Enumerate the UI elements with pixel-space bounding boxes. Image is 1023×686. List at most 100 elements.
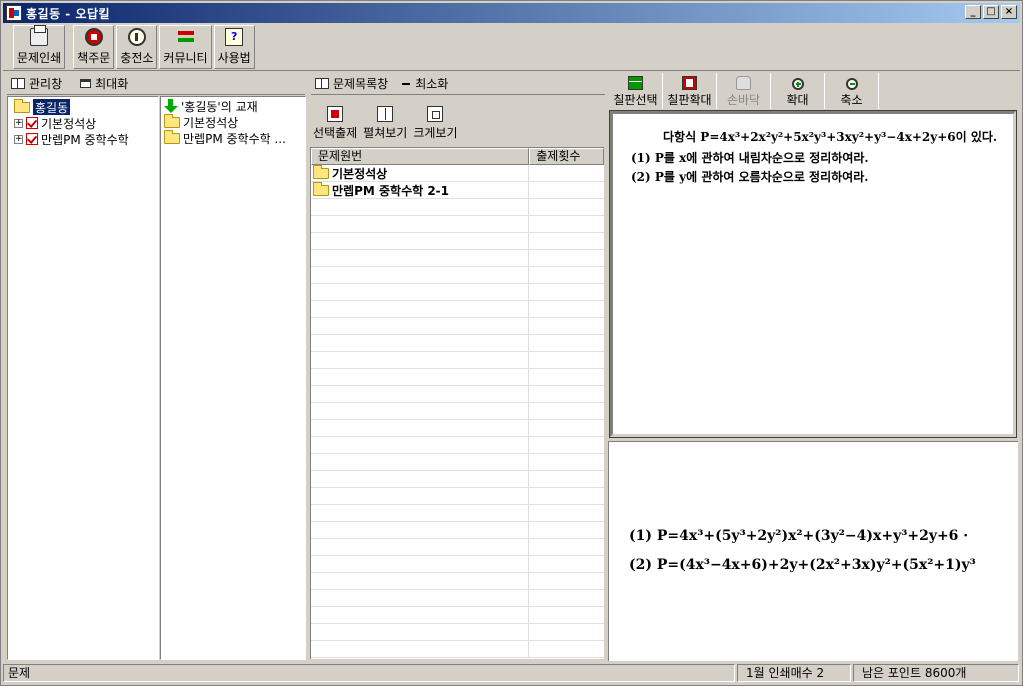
help-icon: ? bbox=[225, 28, 244, 46]
print-button[interactable]: 문제인쇄 bbox=[13, 25, 66, 69]
empty-row bbox=[311, 284, 604, 301]
answer-2: (2) P=(4x³−4x+6)+2y+(2x²+3x)y²+(5x²+1)y³ bbox=[629, 557, 976, 573]
empty-row bbox=[311, 403, 604, 420]
empty-cell bbox=[529, 437, 604, 453]
empty-row bbox=[311, 573, 604, 590]
empty-row bbox=[311, 250, 604, 267]
row-name-cell[interactable]: 만렙PM 중학수학 2-1 bbox=[311, 181, 530, 198]
table-row[interactable]: 만렙PM 중학수학 2-1 bbox=[311, 181, 604, 199]
empty-cell bbox=[529, 386, 604, 402]
book-item[interactable]: 기본정석상 bbox=[164, 114, 305, 130]
empty-cell bbox=[311, 267, 530, 283]
empty-cell bbox=[529, 556, 604, 572]
tree-root-label[interactable]: 홍길동 bbox=[33, 99, 71, 115]
bulb-icon bbox=[127, 28, 146, 46]
hand-label: 손바닥 bbox=[726, 93, 761, 107]
empty-cell bbox=[529, 624, 604, 640]
problem-list-header: 문제목록창 최소화 bbox=[311, 73, 605, 95]
expand-view-button[interactable]: 펼쳐보기 bbox=[361, 97, 409, 145]
board-zoom-icon bbox=[682, 76, 697, 90]
status-text: 문제 bbox=[3, 664, 735, 682]
question-panel[interactable]: 다항식 P=4x³+2x²y²+5x²y³+3xy²+y³−4x+2y+6이 있… bbox=[609, 110, 1017, 438]
folder-icon bbox=[164, 130, 180, 144]
row-name: 만렙PM 중학수학 2-1 bbox=[332, 183, 450, 198]
empty-cell bbox=[311, 301, 530, 317]
problem-table[interactable]: 문제원번 출제횟수 기본정석상 만렙PM 중학수학 2-1 bbox=[310, 147, 604, 659]
empty-cell bbox=[311, 556, 530, 572]
column-header-count[interactable]: 출제횟수 bbox=[529, 148, 604, 165]
empty-row bbox=[311, 624, 604, 641]
manager-title: 관리창 bbox=[29, 77, 63, 91]
empty-row bbox=[311, 318, 604, 335]
empty-cell bbox=[529, 233, 604, 249]
row-name: 기본정석상 bbox=[332, 166, 388, 181]
zoom-in-button[interactable]: 확대 bbox=[771, 73, 825, 109]
tree-item-label[interactable]: 기본정석상 bbox=[41, 115, 96, 131]
zoom-in-label: 확대 bbox=[786, 93, 809, 107]
book-item[interactable]: 만렙PM 중학수학 ... bbox=[164, 130, 305, 146]
app-icon[interactable] bbox=[6, 5, 22, 21]
tree-root[interactable]: 홍길동 bbox=[14, 99, 158, 115]
empty-cell bbox=[529, 250, 604, 266]
book-list[interactable]: '홍길동'의 교재 기본정석상 만렙PM 중학수학 ... bbox=[160, 96, 306, 660]
empty-cell bbox=[529, 607, 604, 623]
empty-cell bbox=[311, 590, 530, 606]
open-folder-icon bbox=[14, 99, 30, 113]
large-view-button[interactable]: 크게보기 bbox=[411, 97, 459, 145]
checkbox-icon[interactable] bbox=[26, 133, 38, 145]
empty-row bbox=[311, 301, 604, 318]
help-button[interactable]: ? 사용법 bbox=[213, 25, 255, 69]
tree-item-label[interactable]: 만렙PM 중학수학 bbox=[41, 131, 129, 147]
remaining-points: 남은 포인트 8600개 bbox=[853, 664, 1019, 682]
empty-row bbox=[311, 539, 604, 556]
column-header-source[interactable]: 문제원번 bbox=[311, 148, 530, 165]
problem-list-toolbar: 선택출제 펼쳐보기 크게보기 bbox=[307, 97, 604, 145]
community-button[interactable]: 커뮤니티 bbox=[159, 25, 212, 69]
empty-row bbox=[311, 437, 604, 454]
hand-tool-button[interactable]: 손바닥 bbox=[717, 73, 771, 109]
select-problems-button[interactable]: 선택출제 bbox=[311, 97, 359, 145]
empty-row bbox=[311, 420, 604, 437]
board-zoom-button[interactable]: 칠판확대 bbox=[663, 73, 717, 109]
main-toolbar: 문제인쇄 책주문 충전소 커뮤니티 ? 사용법 bbox=[3, 25, 1020, 71]
empty-cell bbox=[529, 267, 604, 283]
empty-row bbox=[311, 454, 604, 471]
empty-cell bbox=[529, 522, 604, 538]
empty-cell bbox=[311, 420, 530, 436]
close-window-button[interactable]: × bbox=[1001, 5, 1017, 19]
board-icon bbox=[628, 76, 643, 90]
manager-maximize-button[interactable]: 최대화 bbox=[95, 75, 128, 92]
answer-panel[interactable]: (1) P=4x³+(5y³+2y²)x²+(3y²−4)x+y³+2y+6 ·… bbox=[608, 441, 1018, 661]
student-tree[interactable]: 홍길동 + 기본정석상 + 만렙PM 중학수학 bbox=[7, 96, 159, 660]
empty-cell bbox=[311, 403, 530, 419]
maximize-window-button[interactable]: □ bbox=[983, 5, 999, 19]
row-count bbox=[529, 182, 604, 198]
row-name-cell[interactable]: 기본정석상 bbox=[311, 164, 530, 181]
checkbox-icon[interactable] bbox=[26, 117, 38, 129]
answer-1: (1) P=4x³+(5y³+2y²)x²+(3y²−4)x+y³+2y+6 · bbox=[629, 528, 969, 544]
empty-cell bbox=[529, 505, 604, 521]
preview-toolbar: 칠판선택 칠판확대 손바닥 확대 축소 bbox=[607, 73, 1019, 109]
empty-cell bbox=[311, 454, 530, 470]
empty-cell bbox=[311, 318, 530, 334]
table-header: 문제원번 출제횟수 bbox=[311, 148, 604, 165]
minimize-window-button[interactable]: _ bbox=[965, 5, 981, 19]
book-label[interactable]: 만렙PM 중학수학 ... bbox=[183, 130, 286, 146]
window-title: 홍길동 - 오답킬 bbox=[26, 6, 111, 21]
tree-item[interactable]: + 기본정석상 bbox=[14, 115, 158, 131]
community-label: 커뮤니티 bbox=[163, 51, 208, 65]
board-select-button[interactable]: 칠판선택 bbox=[609, 73, 663, 109]
table-row[interactable]: 기본정석상 bbox=[311, 164, 604, 182]
tree-item[interactable]: + 만렙PM 중학수학 bbox=[14, 131, 158, 147]
expand-icon[interactable]: + bbox=[14, 118, 23, 128]
problem-list-minimize-button[interactable]: 최소화 bbox=[415, 75, 448, 92]
empty-cell bbox=[529, 590, 604, 606]
book-label[interactable]: 기본정석상 bbox=[183, 114, 238, 130]
title-bar[interactable]: 홍길동 - 오답킬 _ □ × bbox=[3, 3, 1020, 23]
maximize-icon bbox=[80, 79, 92, 88]
empty-cell bbox=[529, 471, 604, 487]
charge-button[interactable]: 충전소 bbox=[116, 25, 158, 69]
expand-icon[interactable]: + bbox=[14, 134, 23, 144]
order-book-button[interactable]: 책주문 bbox=[73, 25, 115, 69]
zoom-out-button[interactable]: 축소 bbox=[825, 73, 879, 109]
